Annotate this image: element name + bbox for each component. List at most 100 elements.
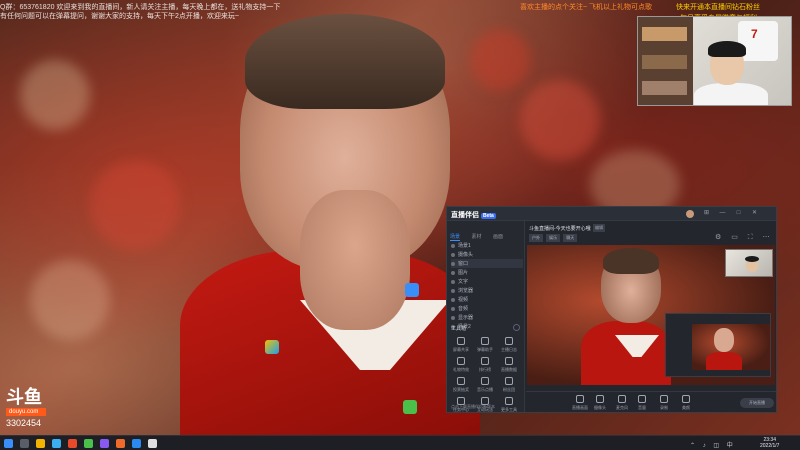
- tool-item[interactable]: 投票抽奖: [449, 377, 473, 393]
- update-link[interactable]: 点击下载直播伴侣新版本: [451, 404, 495, 410]
- scene-label: 文字: [458, 279, 469, 285]
- scene-item[interactable]: 音频: [451, 304, 523, 313]
- tab-scenes[interactable]: 场景: [450, 233, 461, 241]
- grid-icon[interactable]: ⊞: [703, 210, 710, 217]
- tool-label: 排行榜: [479, 367, 491, 372]
- close-button[interactable]: ✕: [751, 210, 758, 217]
- app-titlebar[interactable]: 直播伴侣 Beta ⊞ — □ ✕: [447, 207, 776, 221]
- control-item[interactable]: 美颜: [682, 395, 690, 411]
- logo-domain: douyu.com: [6, 408, 46, 416]
- desktop-app-icon[interactable]: [403, 400, 417, 414]
- streamer-hair: [708, 41, 746, 57]
- scene-label: 浏览器: [458, 288, 474, 294]
- eye-icon[interactable]: [451, 315, 455, 320]
- scene-item[interactable]: 显示器: [451, 313, 523, 322]
- control-item[interactable]: 音量: [638, 395, 646, 411]
- notice-right-top: 喜欢主播的点个关注~ 飞机以上礼物可点歌: [520, 4, 653, 11]
- eye-icon[interactable]: [451, 297, 455, 302]
- record-icon: [660, 395, 668, 403]
- bokeh-light: [20, 60, 90, 130]
- start-icon[interactable]: [4, 439, 13, 448]
- notice-right-1: 快来开通本直播间钻石粉丝: [676, 4, 760, 11]
- scene-item[interactable]: 场景1: [451, 241, 523, 250]
- tool-label: 直播数据: [501, 367, 517, 372]
- tool-item[interactable]: 屏幕共享: [449, 337, 473, 353]
- control-item[interactable]: 直播画面: [572, 395, 588, 411]
- eye-icon[interactable]: [451, 243, 455, 248]
- app-name: 直播伴侣: [451, 212, 479, 219]
- eye-icon[interactable]: [451, 288, 455, 293]
- streamer-body: [694, 83, 768, 105]
- start-live-button[interactable]: 开始直播: [740, 398, 774, 408]
- category-tag[interactable]: 户外: [529, 234, 543, 242]
- search-icon[interactable]: [20, 439, 29, 448]
- taskbar-clock[interactable]: 23:34 2022/1/7: [760, 437, 779, 449]
- tools-toggle-icon[interactable]: [513, 324, 520, 331]
- edit-title-button[interactable]: 编辑: [593, 224, 605, 232]
- tool-item[interactable]: 主播日志: [497, 337, 521, 353]
- app-main-panel: 斗鱼直播间-今天也要开心哦 编辑 户外 娱乐 聊天 ⚙ ▭ ⛶ ⋯ 直播画面 摄…: [526, 221, 776, 412]
- douyu-logo: 斗鱼 douyu.com 3302454: [6, 388, 66, 428]
- category-tag[interactable]: 娱乐: [546, 234, 561, 242]
- tab-canvas[interactable]: 画面: [493, 233, 503, 240]
- preview-player-hair: [603, 248, 659, 274]
- preview-toolbar-icons[interactable]: ⚙ ▭ ⛶ ⋯: [715, 233, 774, 242]
- desktop-app-icon[interactable]: [405, 283, 419, 297]
- eye-icon[interactable]: [451, 252, 455, 257]
- tool-item[interactable]: 音乐点播: [473, 377, 497, 393]
- bokeh-light: [30, 260, 110, 340]
- eye-icon[interactable]: [451, 270, 455, 275]
- tool-item[interactable]: 更多工具: [497, 397, 521, 412]
- bokeh-light: [90, 160, 180, 250]
- tab-materials[interactable]: 素材: [471, 233, 481, 240]
- control-item[interactable]: 录制: [660, 395, 668, 411]
- scene-item[interactable]: 窗口: [451, 259, 523, 268]
- scene-item[interactable]: 浏览器: [451, 286, 523, 295]
- scene-list: 场景1 摄像头 窗口 图片 文字 浏览器 视频 音频 显示器 场景2: [451, 241, 523, 331]
- streaming-app-window[interactable]: 直播伴侣 Beta ⊞ — □ ✕ 场景 素材 画面 场景1 摄像头 窗口 图片 …: [446, 206, 777, 413]
- category-tag[interactable]: 聊天: [563, 234, 578, 242]
- minimize-button[interactable]: —: [719, 210, 726, 217]
- app-icon[interactable]: [100, 439, 109, 448]
- tool-item[interactable]: 礼物特效: [449, 357, 473, 373]
- scene-item[interactable]: 摄像头: [451, 250, 523, 259]
- eye-icon[interactable]: [451, 261, 455, 266]
- tool-item[interactable]: 直播数据: [497, 357, 521, 373]
- control-label: 美颜: [682, 405, 690, 410]
- control-label: 直播画面: [572, 405, 588, 410]
- app-icon[interactable]: [148, 439, 157, 448]
- tool-icon: [505, 337, 513, 345]
- eye-icon[interactable]: [451, 279, 455, 284]
- tool-icon: [505, 357, 513, 365]
- user-avatar[interactable]: [686, 210, 694, 218]
- volume-icon: [638, 395, 646, 403]
- tool-label: 粉丝团: [503, 387, 515, 392]
- desktop-app-icon[interactable]: [265, 340, 279, 354]
- stream-preview[interactable]: [527, 245, 775, 385]
- app-icon[interactable]: [132, 439, 141, 448]
- browser-icon[interactable]: [52, 439, 61, 448]
- maximize-button[interactable]: □: [735, 210, 742, 217]
- nested-preview: [692, 324, 770, 370]
- app-icon[interactable]: [116, 439, 125, 448]
- app-sidebar: 场景 素材 画面 场景1 摄像头 窗口 图片 文字 浏览器 视频 音频 显示器 …: [447, 221, 525, 412]
- tool-item[interactable]: 排行榜: [473, 357, 497, 373]
- eye-icon[interactable]: [451, 306, 455, 311]
- system-tray[interactable]: ⌃ ♪ ◫ 中: [690, 440, 736, 449]
- shelf-item: [642, 27, 687, 41]
- scene-item[interactable]: 图片: [451, 268, 523, 277]
- control-item[interactable]: 摄像头: [594, 395, 606, 411]
- folder-icon[interactable]: [36, 439, 45, 448]
- app-icon[interactable]: [84, 439, 93, 448]
- control-label: 录制: [660, 405, 668, 410]
- beauty-icon: [682, 395, 690, 403]
- scene-label: 图片: [458, 270, 469, 276]
- app-icon[interactable]: [68, 439, 77, 448]
- tool-icon: [481, 377, 489, 385]
- scene-item[interactable]: 视频: [451, 295, 523, 304]
- tool-item[interactable]: 弹幕助手: [473, 337, 497, 353]
- tool-label: 屏幕共享: [453, 347, 469, 352]
- control-item[interactable]: 麦克风: [616, 395, 628, 411]
- tool-item[interactable]: 粉丝团: [497, 377, 521, 393]
- scene-item[interactable]: 文字: [451, 277, 523, 286]
